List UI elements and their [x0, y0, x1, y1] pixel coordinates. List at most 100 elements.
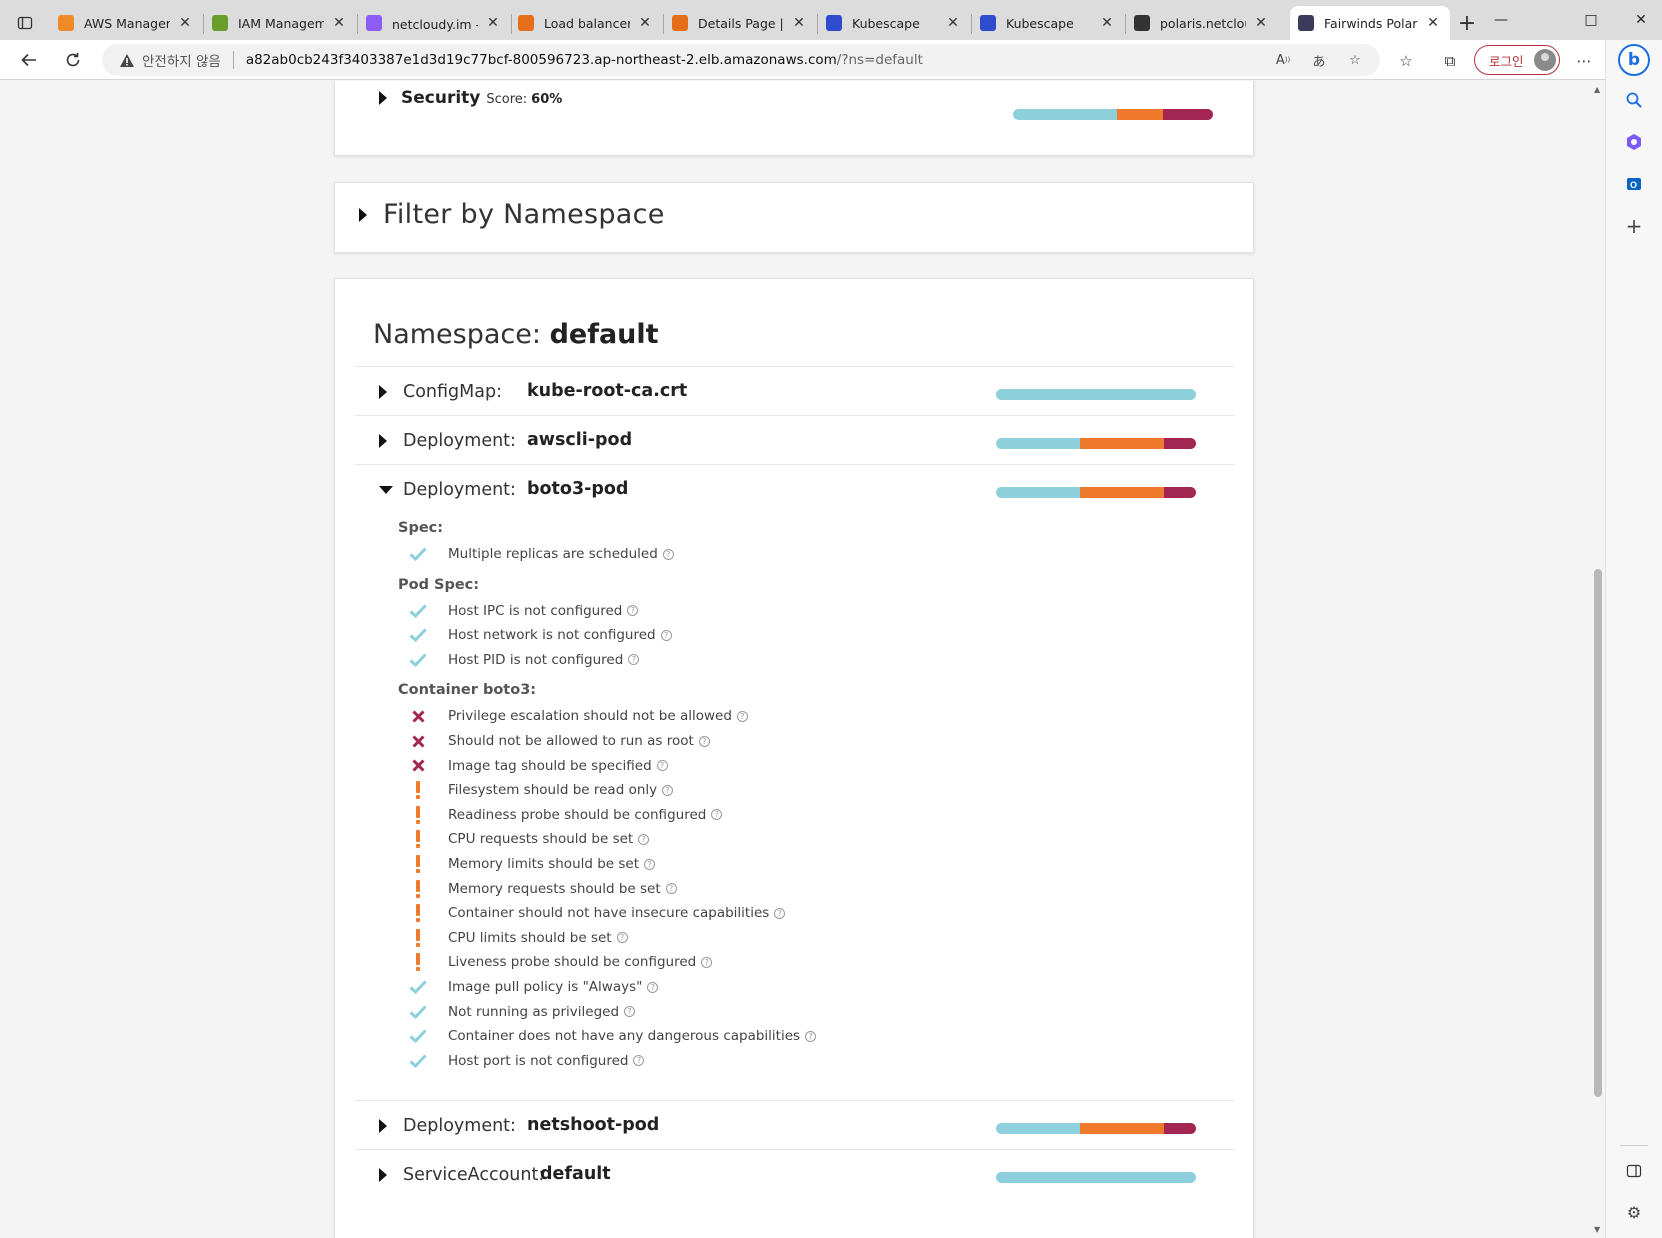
expand-caret-icon[interactable]: [379, 1119, 387, 1134]
tab-title: Fairwinds Polaris: [1324, 15, 1418, 31]
tab-close-icon[interactable]: ✕: [330, 14, 348, 32]
check-icon: [408, 1002, 428, 1022]
tab-close-icon[interactable]: ✕: [790, 14, 808, 32]
collapse-caret-icon[interactable]: [379, 486, 393, 494]
expand-caret-icon[interactable]: [379, 91, 387, 105]
tab-title: netcloudy.im - 세: [392, 16, 478, 32]
exclamation-icon: [408, 829, 428, 849]
read-aloud-icon[interactable]: A)): [1272, 50, 1294, 70]
browser-tab[interactable]: polaris.netcloudy ✕: [1126, 6, 1278, 40]
resource-row[interactable]: ServiceAccount: default: [355, 1149, 1235, 1201]
tab-close-icon[interactable]: ✕: [944, 14, 962, 32]
help-icon[interactable]: ?: [638, 833, 650, 845]
help-icon[interactable]: ?: [774, 907, 786, 919]
page-scrollbar[interactable]: ▲ ▼: [1590, 81, 1605, 1238]
help-icon[interactable]: ?: [633, 1055, 645, 1067]
help-icon[interactable]: ?: [624, 1006, 636, 1018]
help-icon[interactable]: ?: [805, 1030, 817, 1042]
help-icon[interactable]: ?: [701, 956, 713, 968]
browser-tab[interactable]: netcloudy.im - 세 ✕: [358, 6, 510, 40]
expand-caret-icon[interactable]: [379, 1168, 387, 1183]
browser-tab[interactable]: Load balancers | EC2 ✕: [510, 6, 662, 40]
browser-tab[interactable]: AWS Management Console ✕: [50, 6, 202, 40]
resource-score-bar: [996, 1123, 1196, 1135]
help-icon[interactable]: ?: [628, 654, 640, 666]
favorites-icon[interactable]: ☆: [1394, 50, 1418, 72]
search-icon[interactable]: [1620, 86, 1648, 114]
expand-caret-icon[interactable]: [379, 385, 387, 399]
check-text: Container does not have any dangerous ca…: [448, 1028, 801, 1045]
kubescape-icon: [826, 15, 842, 31]
ec2-icon: [518, 15, 534, 31]
help-icon[interactable]: ?: [660, 629, 672, 641]
address-bar[interactable]: 안전하지 않음 a82ab0cb243f3403387e1d3d19c77bcf…: [102, 44, 1380, 76]
check-text: Memory limits should be set: [448, 856, 640, 872]
translate-icon[interactable]: あ: [1308, 50, 1330, 70]
outlook-icon[interactable]: O: [1620, 170, 1648, 198]
copilot-icon[interactable]: [1620, 128, 1648, 156]
refresh-icon: [66, 53, 80, 67]
browser-tab[interactable]: Fairwinds Polaris ✕: [1290, 6, 1450, 40]
x-mark-icon: [408, 756, 428, 776]
security-summary-row[interactable]: Security Score: 60%: [379, 88, 562, 108]
filter-namespace-toggle[interactable]: Filter by Namespace: [359, 199, 665, 230]
help-icon[interactable]: ?: [665, 883, 677, 895]
help-icon[interactable]: ?: [711, 809, 723, 821]
tab-close-icon[interactable]: ✕: [1424, 14, 1442, 32]
resource-row[interactable]: Deployment: netshoot-pod: [355, 1100, 1235, 1152]
login-button[interactable]: 로그인: [1474, 45, 1560, 75]
score-segment-danger: [1164, 487, 1196, 498]
help-icon[interactable]: ?: [662, 784, 674, 796]
scroll-up-icon[interactable]: ▲: [1594, 85, 1600, 94]
insecure-label[interactable]: 안전하지 않음: [142, 50, 221, 70]
browser-tab[interactable]: IAM Management Console ✕: [204, 6, 356, 40]
security-score-bar: [1013, 109, 1213, 120]
address-toolbar: 안전하지 않음 a82ab0cb243f3403387e1d3d19c77bcf…: [0, 40, 1662, 80]
refresh-button[interactable]: [58, 46, 88, 74]
new-tab-button[interactable]: +: [1454, 10, 1480, 36]
warning-triangle-icon[interactable]: [118, 51, 136, 69]
expand-caret-icon[interactable]: [379, 434, 387, 448]
help-icon[interactable]: ?: [616, 932, 628, 944]
tab-actions-button[interactable]: [12, 10, 38, 36]
url-text[interactable]: a82ab0cb243f3403387e1d3d19c77bcf-8005967…: [246, 52, 923, 68]
tab-close-icon[interactable]: ✕: [484, 14, 502, 32]
browser-tab[interactable]: Details Page | EC2 ✕: [664, 6, 816, 40]
tab-close-icon[interactable]: ✕: [1098, 14, 1116, 32]
resource-kind: ConfigMap:: [403, 382, 502, 402]
help-icon[interactable]: ?: [647, 981, 659, 993]
tab-close-icon[interactable]: ✕: [636, 14, 654, 32]
browser-tab[interactable]: Kubescape ✕: [818, 6, 970, 40]
resource-row[interactable]: Deployment: boto3-pod: [355, 464, 1235, 516]
help-icon[interactable]: ?: [656, 760, 668, 772]
more-options-icon[interactable]: ⋯: [1572, 50, 1596, 72]
help-icon[interactable]: ?: [644, 858, 656, 870]
add-favorite-icon[interactable]: ☆: [1344, 50, 1366, 70]
back-button[interactable]: [14, 46, 44, 74]
collections-icon[interactable]: ⧉: [1438, 50, 1462, 72]
check-item: CPU limits should be set?: [408, 928, 628, 948]
bing-chat-icon[interactable]: b: [1618, 44, 1650, 76]
scroll-thumb[interactable]: [1594, 569, 1602, 1097]
resource-row[interactable]: Deployment: awscli-pod: [355, 415, 1235, 467]
settings-gear-icon[interactable]: ⚙: [1620, 1198, 1648, 1226]
close-window-button[interactable]: ✕: [1626, 8, 1656, 32]
tab-close-icon[interactable]: ✕: [176, 14, 194, 32]
maximize-button[interactable]: □: [1576, 8, 1606, 32]
check-item: Should not be allowed to run as root?: [408, 731, 710, 751]
resource-row[interactable]: ConfigMap: kube-root-ca.crt: [355, 366, 1235, 418]
scroll-down-icon[interactable]: ▼: [1594, 1225, 1600, 1234]
x-mark-icon: [408, 706, 428, 726]
help-icon[interactable]: ?: [736, 710, 748, 722]
check-text: Memory requests should be set: [448, 880, 661, 897]
expand-caret-icon[interactable]: [359, 207, 367, 222]
help-icon[interactable]: ?: [698, 735, 710, 747]
filter-title: Filter by Namespace: [383, 199, 665, 230]
tab-close-icon[interactable]: ✕: [1252, 14, 1270, 32]
help-icon[interactable]: ?: [627, 605, 639, 617]
sidebar-toggle-icon[interactable]: [1620, 1157, 1648, 1185]
add-sidebar-app-icon[interactable]: +: [1620, 212, 1648, 240]
minimize-button[interactable]: —: [1486, 8, 1516, 32]
help-icon[interactable]: ?: [662, 548, 674, 560]
browser-tab[interactable]: Kubescape ✕: [972, 6, 1124, 40]
